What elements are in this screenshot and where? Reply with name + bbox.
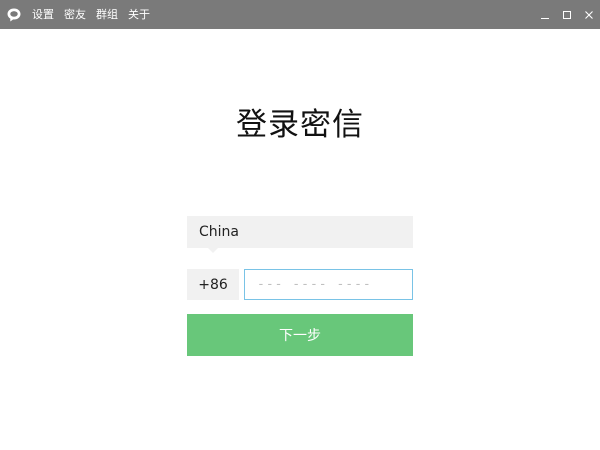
phone-code[interactable]: +86	[187, 269, 239, 300]
page-title: 登录密信	[236, 107, 364, 143]
menu-bar: 设置 密友 群组 关于	[32, 0, 160, 29]
login-window: 设置 密友 群组 关于 登录密信 China +86 --- ---- ----…	[0, 0, 600, 450]
phone-number-input[interactable]	[244, 269, 413, 300]
menu-item-close-friends[interactable]: 密友	[64, 0, 86, 29]
country-select-pointer	[207, 247, 219, 253]
minimize-button[interactable]	[534, 0, 556, 29]
maximize-icon	[563, 10, 571, 19]
menu-item-groups[interactable]: 群组	[96, 0, 118, 29]
window-controls	[534, 0, 600, 29]
menu-item-settings[interactable]: 设置	[32, 0, 54, 29]
menu-item-about[interactable]: 关于	[128, 0, 150, 29]
country-select[interactable]: China	[187, 216, 413, 248]
close-button[interactable]	[578, 0, 600, 29]
chat-bubble-icon	[6, 7, 22, 23]
minimize-icon	[541, 17, 549, 19]
next-step-button[interactable]: 下一步	[187, 314, 413, 356]
country-label: China	[199, 224, 239, 240]
maximize-button[interactable]	[556, 0, 578, 29]
close-icon	[585, 10, 593, 19]
title-bar: 设置 密友 群组 关于	[0, 0, 600, 29]
